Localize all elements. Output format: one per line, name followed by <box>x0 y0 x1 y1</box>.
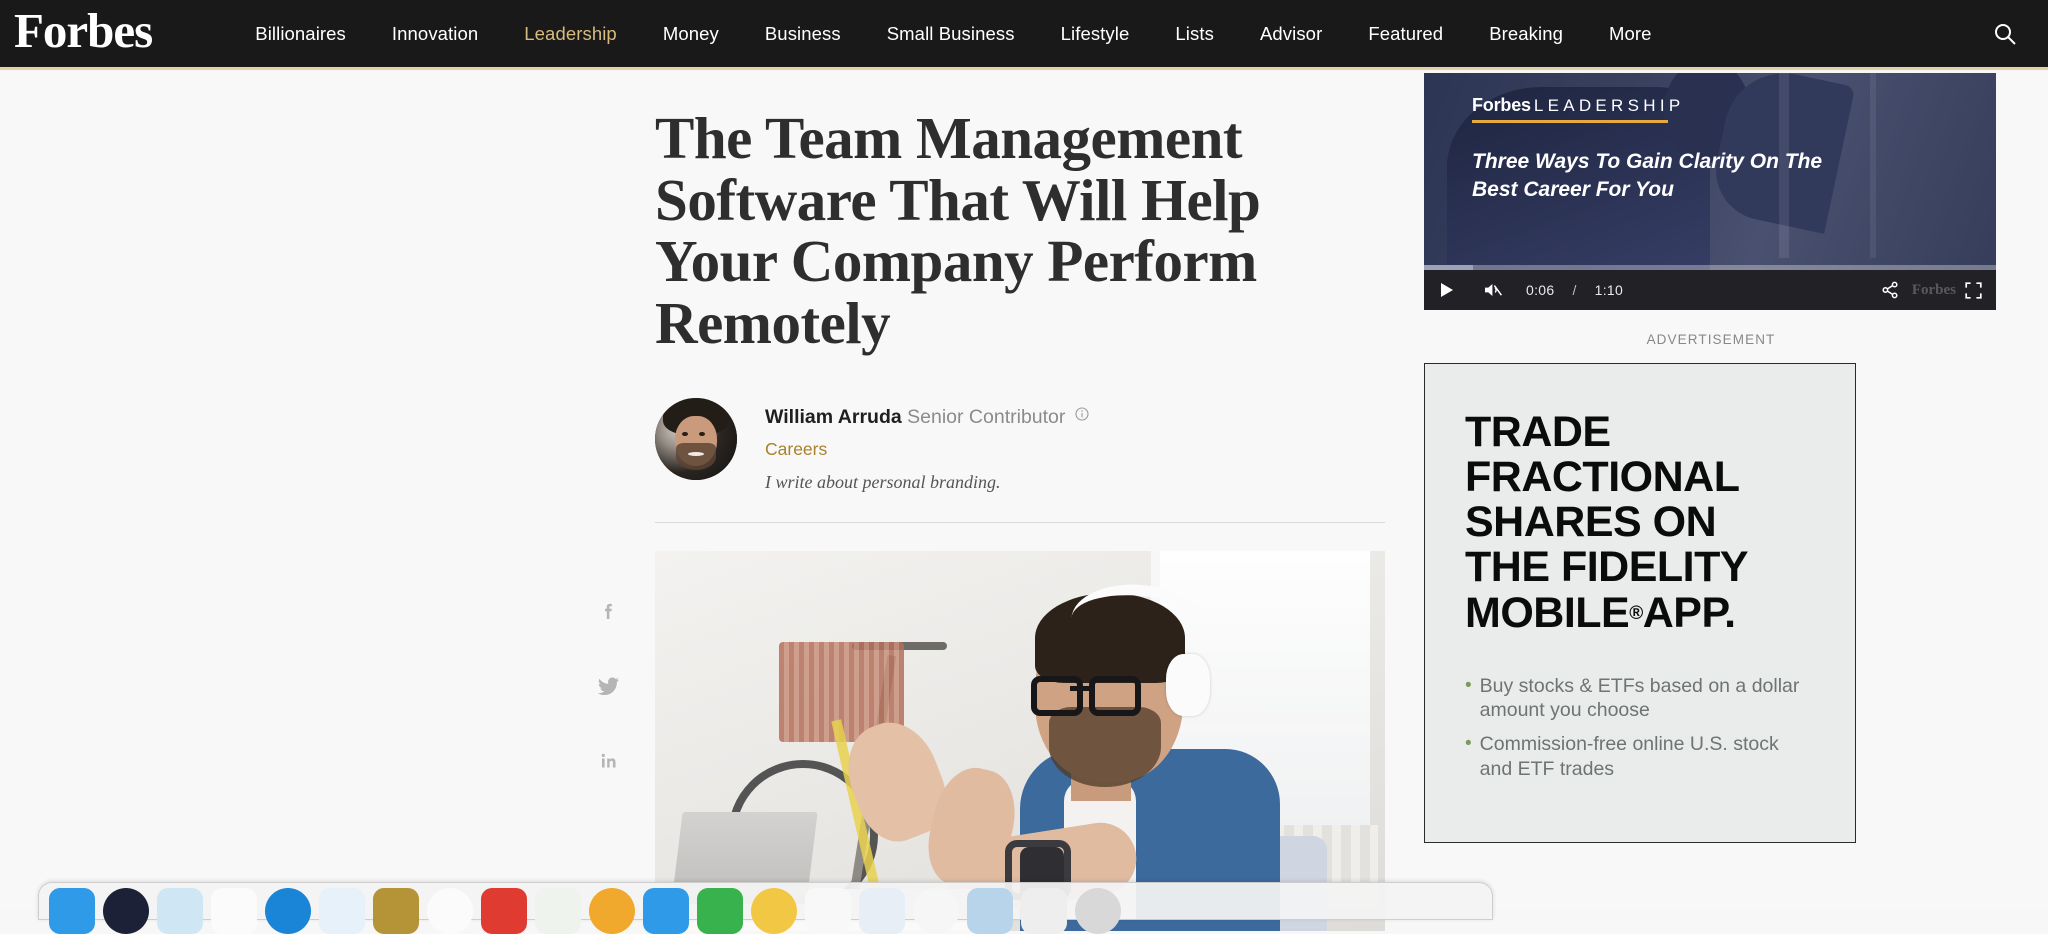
advertisement-banner[interactable]: TRADEFRACTIONALSHARES ONTHE FIDELITYMOBI… <box>1424 363 1856 843</box>
os-dock[interactable] <box>38 882 1493 920</box>
mute-icon[interactable] <box>1470 270 1516 310</box>
dock-app-icon[interactable] <box>643 888 689 934</box>
nav-item-advisor[interactable]: Advisor <box>1237 23 1345 45</box>
video-brand-underline <box>1472 120 1668 123</box>
dock-app-icon[interactable] <box>697 888 743 934</box>
ad-bullet-text: Buy stocks & ETFs based on a dollar amou… <box>1480 674 1815 724</box>
ad-headline: TRADEFRACTIONALSHARES ONTHE FIDELITYMOBI… <box>1465 410 1815 636</box>
ad-headline-line: MOBILE <box>1465 589 1629 637</box>
dock-app-icon[interactable] <box>589 888 635 934</box>
dock-app-icon[interactable] <box>751 888 797 934</box>
nav-item-billionaires[interactable]: Billionaires <box>232 23 369 45</box>
right-sidebar: ForbesLEADERSHIP Three Ways To Gain Clar… <box>1424 73 1998 843</box>
avatar[interactable] <box>655 398 737 480</box>
nav-item-lifestyle[interactable]: Lifestyle <box>1038 23 1153 45</box>
dock-app-icon[interactable] <box>373 888 419 934</box>
forbes-logo[interactable]: Forbes <box>14 6 152 61</box>
nav-item-business[interactable]: Business <box>742 23 864 45</box>
page-title: The Team Management Software That Will H… <box>655 108 1315 355</box>
nav-item-innovation[interactable]: Innovation <box>369 23 501 45</box>
article-section-link[interactable]: Careers <box>765 439 1089 460</box>
share-icon[interactable] <box>1868 270 1912 310</box>
article-column: The Team Management Software That Will H… <box>655 73 1385 931</box>
nav-item-more[interactable]: More <box>1586 23 1675 45</box>
ad-headline-line: TRADE <box>1465 408 1611 456</box>
video-time-separator: / <box>1572 282 1576 298</box>
author-name[interactable]: William Arruda <box>765 406 902 428</box>
primary-nav: BillionairesInnovationLeadershipMoneyBus… <box>232 23 1988 45</box>
video-brand-secondary: LEADERSHIP <box>1534 96 1685 115</box>
video-brand: ForbesLEADERSHIP <box>1472 95 1685 116</box>
dock-app-icon[interactable] <box>1021 888 1067 934</box>
ad-registered-mark: ® <box>1629 603 1643 624</box>
ad-bullet: •Buy stocks & ETFs based on a dollar amo… <box>1465 674 1815 724</box>
dock-app-icon[interactable] <box>967 888 1013 934</box>
nav-item-breaking[interactable]: Breaking <box>1466 23 1586 45</box>
video-current-time: 0:06 <box>1526 282 1554 298</box>
video-duration: 1:10 <box>1595 282 1623 298</box>
video-time: 0:06 / 1:10 <box>1526 282 1623 298</box>
search-icon[interactable] <box>1988 17 2022 51</box>
byline: William Arruda Senior Contributor Career… <box>655 398 1385 493</box>
nav-item-small-business[interactable]: Small Business <box>864 23 1038 45</box>
video-controls: 0:06 / 1:10 Forbes <box>1424 270 1996 310</box>
nav-item-money[interactable]: Money <box>640 23 742 45</box>
nav-item-leadership[interactable]: Leadership <box>501 23 640 45</box>
bullet-dot-icon: • <box>1465 674 1472 724</box>
video-player[interactable]: ForbesLEADERSHIP Three Ways To Gain Clar… <box>1424 73 1996 310</box>
dock-app-icon[interactable] <box>427 888 473 934</box>
author-role: Senior Contributor <box>907 406 1065 428</box>
twitter-icon[interactable] <box>592 669 626 703</box>
ad-bullet-text: Commission-free online U.S. stock and ET… <box>1480 732 1815 782</box>
social-share-rail <box>592 594 626 819</box>
dock-app-icon[interactable] <box>211 888 257 934</box>
ad-headline-line: THE FIDELITY <box>1465 543 1748 591</box>
dock-app-icon[interactable] <box>49 888 95 934</box>
dock-app-icon[interactable] <box>103 888 149 934</box>
dock-app-icon[interactable] <box>859 888 905 934</box>
facebook-icon[interactable] <box>592 594 626 628</box>
ad-headline-tail: APP. <box>1643 589 1736 637</box>
fullscreen-icon[interactable] <box>1950 270 1996 310</box>
video-brand-primary: Forbes <box>1472 95 1531 115</box>
info-icon[interactable] <box>1075 404 1089 427</box>
dock-app-icon[interactable] <box>1075 888 1121 934</box>
nav-item-featured[interactable]: Featured <box>1345 23 1466 45</box>
site-header: Forbes BillionairesInnovationLeadershipM… <box>0 0 2048 70</box>
dock-app-icon[interactable] <box>319 888 365 934</box>
ad-headline-line: SHARES ON <box>1465 498 1716 546</box>
dock-app-icon[interactable] <box>913 888 959 934</box>
ad-bullet-list: •Buy stocks & ETFs based on a dollar amo… <box>1465 674 1815 782</box>
play-icon[interactable] <box>1424 270 1470 310</box>
dock-app-icon[interactable] <box>481 888 527 934</box>
linkedin-icon[interactable] <box>592 744 626 778</box>
ad-headline-line: FRACTIONAL <box>1465 453 1739 501</box>
author-bio: I write about personal branding. <box>765 472 1089 493</box>
os-dock-area <box>0 882 2048 910</box>
divider <box>655 522 1385 523</box>
dock-app-icon[interactable] <box>535 888 581 934</box>
author-line: William Arruda Senior Contributor <box>765 404 1089 429</box>
advertisement-label: ADVERTISEMENT <box>1424 332 1998 347</box>
video-title: Three Ways To Gain Clarity On The Best C… <box>1472 148 1852 204</box>
bullet-dot-icon: • <box>1465 732 1472 782</box>
byline-text: William Arruda Senior Contributor Career… <box>765 398 1089 493</box>
dock-app-icon[interactable] <box>805 888 851 934</box>
article-hero-image <box>655 551 1385 931</box>
page-body: The Team Management Software That Will H… <box>0 73 2048 910</box>
dock-app-icon[interactable] <box>157 888 203 934</box>
nav-item-lists[interactable]: Lists <box>1152 23 1237 45</box>
ad-bullet: •Commission-free online U.S. stock and E… <box>1465 732 1815 782</box>
dock-app-icon[interactable] <box>265 888 311 934</box>
